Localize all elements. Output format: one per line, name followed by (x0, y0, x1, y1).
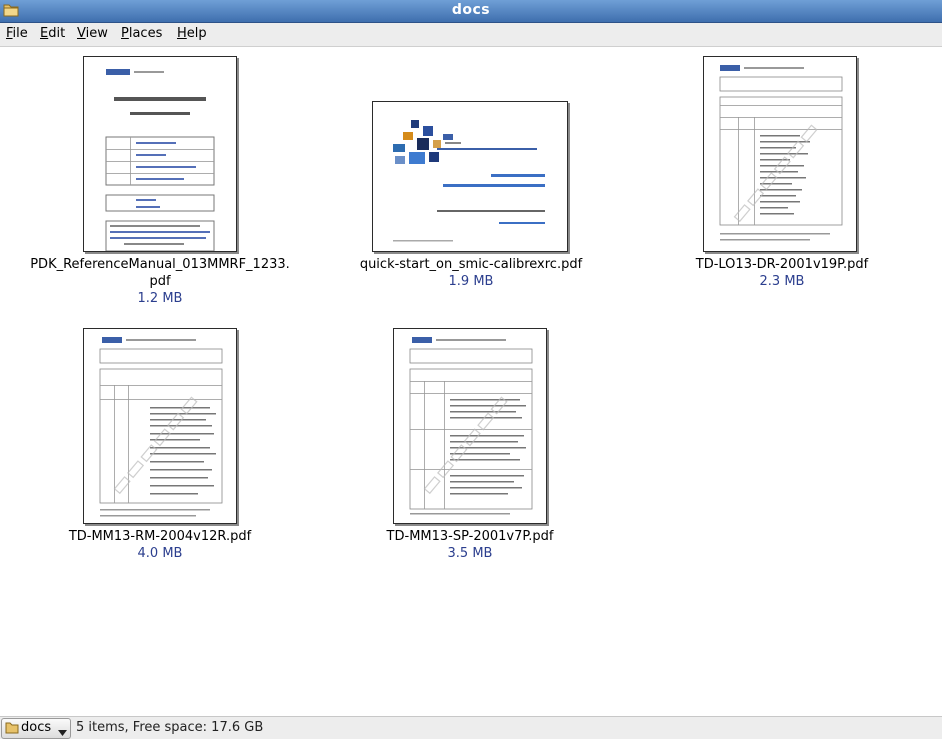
statusbar: docs 5 items, Free space: 17.6 GB (0, 716, 942, 739)
menu-help[interactable]: Help (177, 26, 207, 41)
file-icon-view[interactable]: PDK_ReferenceManual_013MMRF_1233. pdf 1.… (0, 47, 942, 716)
file-item[interactable]: ▭▭▭▭▭▭ TD-LO13-DR-2001v19P.pdf 2.3 MB (660, 56, 904, 296)
location-path-button[interactable]: docs (1, 718, 71, 739)
file-size: 1.9 MB (448, 274, 494, 289)
file-item[interactable]: PDK_ReferenceManual_013MMRF_1233. pdf 1.… (20, 56, 300, 306)
menu-file[interactable]: File (6, 26, 28, 41)
document-thumbnail-icon (83, 56, 237, 252)
file-size: 1.2 MB (137, 291, 183, 306)
file-size: 2.3 MB (759, 274, 805, 289)
file-item[interactable]: ▭▭▭▭▭▭ TD-MM13-SP-2001v7P.pdf 3.5 MB (350, 328, 590, 568)
svg-text:▭▭▭▭▭▭: ▭▭▭▭▭▭ (725, 117, 824, 229)
file-item[interactable]: quick-start_on_smic-calibrexrc.pdf 1.9 M… (330, 56, 612, 296)
window-titlebar[interactable]: docs (0, 0, 942, 23)
menubar: File Edit View Places Help (0, 23, 942, 47)
file-size: 4.0 MB (137, 546, 183, 561)
file-name-continued: pdf (149, 274, 171, 289)
svg-text:▭▭▭▭▭▭: ▭▭▭▭▭▭ (105, 389, 204, 501)
document-thumbnail-icon: ▭▭▭▭▭▭ (703, 56, 857, 252)
folder-icon (5, 722, 19, 738)
document-thumbnail-icon: ▭▭▭▭▭▭ (83, 328, 237, 524)
presentation-thumbnail-icon (372, 101, 568, 252)
file-size: 3.5 MB (447, 546, 493, 561)
location-label: docs (21, 720, 52, 735)
file-name: TD-LO13-DR-2001v19P.pdf (695, 257, 869, 272)
file-name: TD-MM13-SP-2001v7P.pdf (386, 529, 554, 544)
status-text: 5 items, Free space: 17.6 GB (76, 720, 264, 735)
file-item[interactable]: ▭▭▭▭▭▭ TD-MM13-RM-2004v12R.pdf 4.0 MB (40, 328, 280, 568)
document-thumbnail-icon: ▭▭▭▭▭▭ (393, 328, 547, 524)
file-name: TD-MM13-RM-2004v12R.pdf (68, 529, 252, 544)
window-title: docs (451, 2, 491, 18)
menu-places[interactable]: Places (121, 26, 162, 41)
menu-view[interactable]: View (77, 26, 108, 41)
file-name: quick-start_on_smic-calibrexrc.pdf (359, 257, 583, 272)
menu-edit[interactable]: Edit (40, 26, 65, 41)
file-name: PDK_ReferenceManual_013MMRF_1233. (30, 257, 290, 272)
